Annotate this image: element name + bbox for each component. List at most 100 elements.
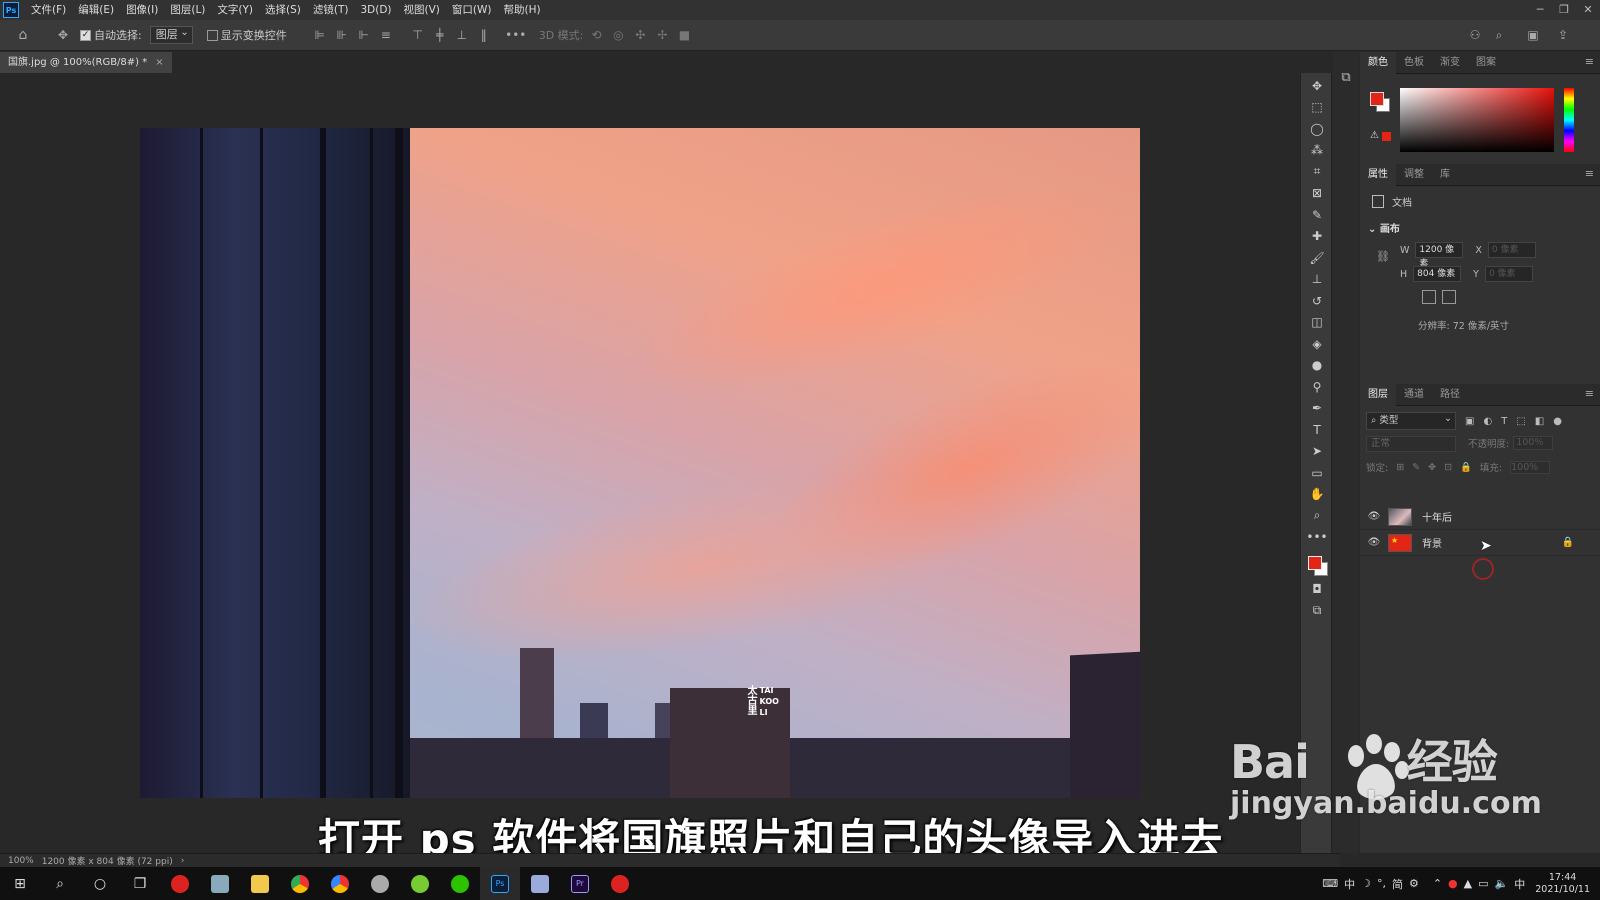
blend-mode-dropdown[interactable]: 正常 [1366, 436, 1456, 452]
photoshop-taskbar-icon[interactable]: Ps [480, 867, 520, 900]
foreground-color-swatch[interactable] [1308, 556, 1322, 570]
3d-drag-icon[interactable]: ✣ [631, 26, 649, 44]
hand-tool-icon[interactable]: ✋ [1301, 484, 1333, 506]
color-picker-field[interactable] [1400, 88, 1554, 152]
color-swatches[interactable] [1301, 548, 1333, 578]
rectangle-tool-icon[interactable]: ▭ [1301, 462, 1333, 484]
more-options-icon[interactable]: ••• [505, 26, 526, 44]
settings-icon[interactable]: ⚙ [1409, 877, 1419, 890]
align-middle-icon[interactable]: ╪ [431, 26, 449, 44]
hue-slider[interactable] [1564, 88, 1574, 152]
visibility-eye-icon[interactable]: 👁 [1360, 537, 1388, 548]
tab-layers[interactable]: 图层 [1360, 383, 1396, 406]
3d-roll-icon[interactable]: ◎ [609, 26, 627, 44]
browser-icon[interactable] [320, 867, 360, 900]
align-left-icon[interactable]: ⊫ [311, 26, 329, 44]
lock-all-icon[interactable]: 🔒 [1460, 462, 1472, 473]
dodge-tool-icon[interactable]: ⚲ [1301, 376, 1333, 398]
landscape-icon[interactable] [1442, 290, 1456, 304]
width-field[interactable]: 1200 像素 [1415, 242, 1464, 269]
windows-start-icon[interactable]: ⊞ [0, 867, 40, 900]
menu-window[interactable]: 窗口(W) [446, 0, 498, 20]
gamut-warning-swatch[interactable] [1382, 132, 1391, 141]
auto-select-checkbox[interactable]: ✓ 自动选择: [80, 24, 142, 46]
browser-icon[interactable] [400, 867, 440, 900]
frame-tool-icon[interactable]: ⊠ [1301, 183, 1333, 205]
portrait-icon[interactable] [1422, 290, 1436, 304]
cortana-icon[interactable]: ○ [80, 867, 120, 900]
export-icon[interactable]: ⇪ [1554, 26, 1572, 44]
pen-tool-icon[interactable]: ✒ [1301, 398, 1333, 420]
eyedropper-tool-icon[interactable]: ✎ [1301, 204, 1333, 226]
share-icon[interactable]: ⚇ [1466, 26, 1484, 44]
tab-swatches[interactable]: 色板 [1396, 52, 1432, 74]
tab-paths[interactable]: 路径 [1432, 384, 1468, 406]
crop-tool-icon[interactable]: ⌗ [1301, 161, 1333, 183]
lock-icon[interactable]: 🔒 [1562, 537, 1574, 548]
paint-bucket-tool-icon[interactable]: ◈ [1301, 333, 1333, 355]
y-field[interactable]: 0 像素 [1484, 266, 1533, 282]
move-tool-icon[interactable]: ✥ [1301, 75, 1333, 97]
history-brush-tool-icon[interactable]: ↺ [1301, 290, 1333, 312]
tab-adjustments[interactable]: 调整 [1396, 164, 1432, 186]
history-panel-icon[interactable]: ⧉ [1337, 70, 1355, 88]
eraser-tool-icon[interactable]: ◫ [1301, 312, 1333, 334]
layer-row[interactable]: 👁 十年后 [1360, 504, 1600, 530]
screen-mode-icon[interactable]: ⧉ [1301, 600, 1333, 622]
foreground-color-swatch[interactable] [1370, 92, 1384, 106]
healing-brush-tool-icon[interactable]: ✚ [1301, 226, 1333, 248]
panel-menu-icon[interactable]: ≡ [1585, 167, 1594, 180]
menu-help[interactable]: 帮助(H) [498, 0, 547, 20]
x-field[interactable]: 0 像素 [1487, 242, 1536, 258]
opacity-field[interactable]: 100% [1513, 436, 1554, 450]
lock-artboard-icon[interactable]: ⊡ [1444, 462, 1452, 473]
lock-position-icon[interactable]: ✥ [1428, 462, 1436, 473]
filter-shape-icon[interactable]: ⬚ [1516, 416, 1525, 427]
tab-color[interactable]: 颜色 [1360, 51, 1396, 74]
align-right-icon[interactable]: ⊩ [355, 26, 373, 44]
blur-tool-icon[interactable]: ● [1301, 355, 1333, 377]
wechat-icon[interactable] [440, 867, 480, 900]
volume-icon[interactable]: 🔈 [1495, 877, 1509, 890]
link-icon[interactable]: ⛓ [1376, 250, 1390, 263]
lock-pixels-icon[interactable]: ✎ [1412, 462, 1420, 473]
globe-app-icon[interactable] [360, 867, 400, 900]
canvas-section-header[interactable]: ⌄ 画布 [1368, 220, 1400, 235]
distribute-icon[interactable]: ≡ [377, 26, 395, 44]
close-tab-icon[interactable]: × [155, 52, 163, 73]
quick-mask-icon[interactable]: ◘ [1301, 578, 1333, 600]
filter-smart-object-icon[interactable]: ◧ [1535, 416, 1544, 427]
3d-camera-icon[interactable]: ■ [675, 26, 693, 44]
tab-patterns[interactable]: 图案 [1468, 52, 1504, 74]
document-image[interactable]: 太古里 TAI KOO LI [140, 128, 1140, 798]
brush-tool-icon[interactable]: 🖌 [1301, 247, 1333, 269]
record-app-icon[interactable] [600, 867, 640, 900]
menu-layer[interactable]: 图层(L) [164, 0, 211, 20]
app-icon[interactable] [520, 867, 560, 900]
marquee-tool-icon[interactable]: ⬚ [1301, 97, 1333, 119]
search-icon[interactable]: ⌕ [40, 867, 80, 900]
tab-properties[interactable]: 属性 [1360, 163, 1396, 186]
chevron-right-icon[interactable]: › [181, 856, 185, 866]
type-tool-icon[interactable]: T [1301, 419, 1333, 441]
layer-filter-dropdown[interactable]: ⌕ 类型 [1366, 411, 1456, 430]
clock[interactable]: 17:44 2021/10/11 [1535, 872, 1590, 896]
filter-pixel-icon[interactable]: ▣ [1465, 416, 1474, 427]
ime-simplified[interactable]: 简 [1392, 876, 1403, 892]
premiere-taskbar-icon[interactable]: Pr [560, 867, 600, 900]
canvas-area[interactable]: 太古里 TAI KOO LI 打开 ps 软件将国旗照片和自己的头像导入进去 [0, 73, 1280, 864]
align-bottom-icon[interactable]: ⊥ [453, 26, 471, 44]
panel-menu-icon[interactable]: ≡ [1585, 55, 1594, 68]
clone-stamp-tool-icon[interactable]: ⊥ [1301, 269, 1333, 291]
workspace-icon[interactable]: ▣ [1524, 26, 1542, 44]
height-field[interactable]: 804 像素 [1413, 266, 1462, 282]
menu-select[interactable]: 选择(S) [259, 0, 307, 20]
moon-icon[interactable]: ☽ [1361, 877, 1371, 890]
move-tool-icon[interactable]: ✥ [54, 26, 72, 44]
tab-libraries[interactable]: 库 [1432, 164, 1458, 186]
search-icon[interactable]: ⌕ [1490, 26, 1508, 44]
ime-mode[interactable]: 中 [1344, 876, 1355, 892]
task-view-icon[interactable]: ❐ [120, 867, 160, 900]
tab-channels[interactable]: 通道 [1396, 384, 1432, 406]
app-icon[interactable] [200, 867, 240, 900]
